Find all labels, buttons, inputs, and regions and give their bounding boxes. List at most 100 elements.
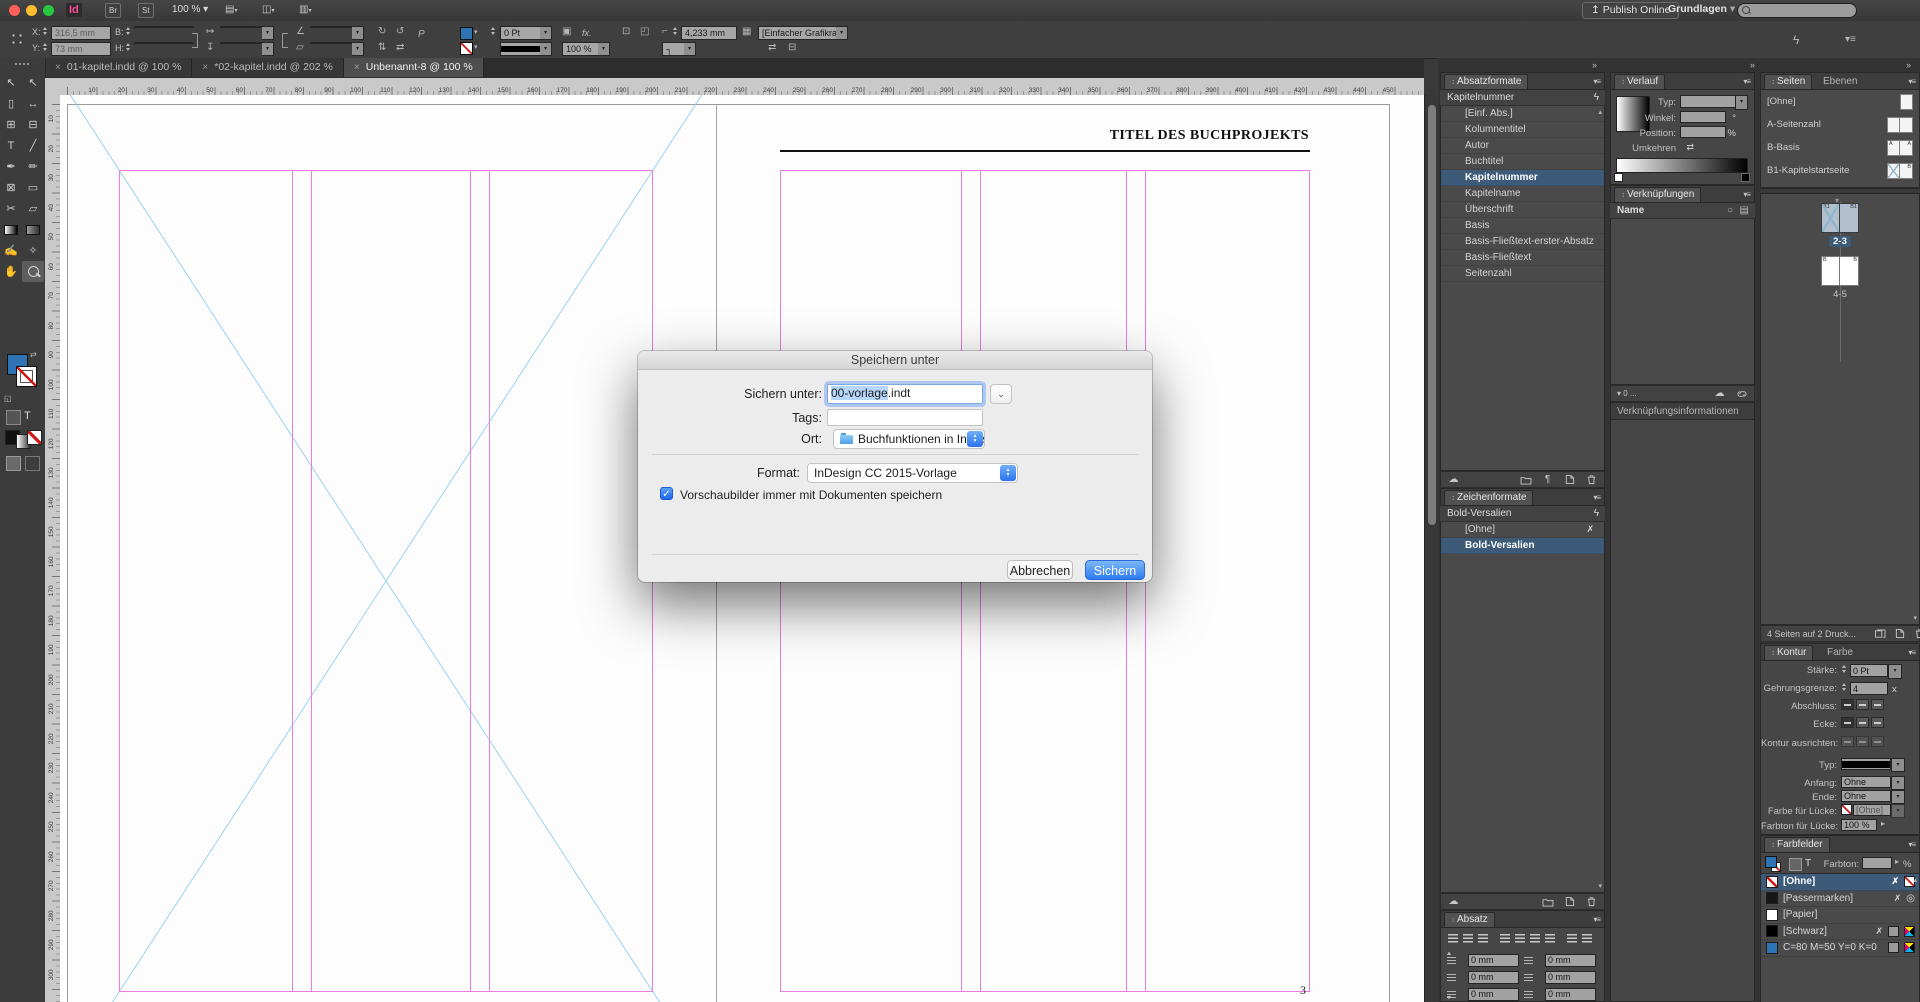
bevel-join-button[interactable] bbox=[1871, 717, 1884, 728]
panel-menu-icon[interactable]: ▾≡ bbox=[1908, 840, 1915, 849]
link-info-title[interactable]: Verknüpfungsinformationen bbox=[1617, 406, 1739, 417]
shear-angle-dropdown[interactable]: ▾ bbox=[352, 42, 364, 56]
master-page-row[interactable]: A-Seitenzahl bbox=[1761, 113, 1919, 136]
x-stepper[interactable] bbox=[42, 25, 49, 37]
height-stepper[interactable] bbox=[125, 41, 132, 53]
scale-y-dropdown[interactable]: ▾ bbox=[262, 42, 274, 56]
swatch-row[interactable]: [Schwarz] ✗ bbox=[1761, 924, 1919, 941]
preview-mode-button[interactable] bbox=[25, 456, 40, 471]
screen-mode-button[interactable]: ◫▾ bbox=[262, 3, 274, 17]
panel-menu-icon[interactable]: ▾≡ bbox=[1908, 648, 1915, 657]
master-page-row[interactable]: B1-Kapitelstartseite B bbox=[1761, 159, 1919, 182]
panel-menu-icon[interactable]: ▾≡ bbox=[1593, 493, 1600, 502]
miter-field[interactable]: 4 bbox=[1850, 682, 1888, 695]
new-page-icon[interactable] bbox=[1895, 628, 1905, 640]
swap-fill-stroke-icon[interactable]: ⇄ bbox=[30, 350, 37, 359]
stroke-color-swatch[interactable] bbox=[460, 42, 473, 55]
gap-tint-field[interactable]: 100 % bbox=[1841, 819, 1877, 831]
tint-field[interactable] bbox=[1862, 857, 1892, 869]
tab-kontur[interactable]: ↕Kontur bbox=[1764, 645, 1813, 660]
paragraph-style-row[interactable]: Basis-Fließtext-erster-Absatz bbox=[1441, 234, 1604, 250]
formatting-affects-text-button[interactable]: T bbox=[24, 410, 31, 422]
line-tool[interactable]: ╱ bbox=[22, 135, 44, 156]
round-join-button[interactable] bbox=[1856, 717, 1869, 728]
end-field[interactable]: Ohne bbox=[1841, 790, 1891, 802]
ruler-origin[interactable] bbox=[45, 78, 61, 96]
tab-ebenen[interactable]: Ebenen bbox=[1823, 76, 1857, 87]
scroll-up-icon[interactable]: ▴ bbox=[1913, 876, 1917, 884]
paragraph-style-row[interactable]: Buchtitel bbox=[1441, 154, 1604, 170]
collapse-panels-icon[interactable]: » bbox=[1592, 60, 1595, 70]
stroke-swatch[interactable] bbox=[16, 366, 37, 387]
cc-libraries-icon[interactable]: ☁ bbox=[1713, 388, 1726, 400]
filename-input[interactable]: 00-vorlage.indt bbox=[827, 384, 983, 404]
scroll-down-icon[interactable]: ▾ bbox=[1913, 614, 1917, 622]
style-group-folder-icon[interactable] bbox=[1519, 474, 1532, 486]
effects-label[interactable]: fx. bbox=[582, 28, 592, 38]
start-dropdown[interactable]: ▾ bbox=[1891, 776, 1905, 790]
stock-button[interactable]: St bbox=[138, 3, 154, 18]
rotation-angle-dropdown[interactable]: ▾ bbox=[352, 26, 364, 40]
apply-none-button[interactable] bbox=[27, 430, 42, 445]
master-page-row[interactable]: B-Basis AA bbox=[1761, 136, 1919, 159]
arrange-documents-button[interactable]: ▥▾ bbox=[299, 3, 311, 17]
scroll-down-icon[interactable]: ▾ bbox=[1598, 882, 1602, 890]
indent-field[interactable]: 0 mm bbox=[1545, 954, 1596, 967]
swatch-row[interactable]: [Passermarken] ✗ ◎ bbox=[1761, 891, 1919, 908]
justify-last-right-button[interactable] bbox=[1528, 932, 1542, 944]
scale-x-dropdown[interactable]: ▾ bbox=[262, 26, 274, 40]
close-tab-icon[interactable]: × bbox=[354, 62, 360, 73]
width-field[interactable] bbox=[134, 26, 194, 28]
butt-cap-button[interactable] bbox=[1841, 699, 1854, 710]
corner-radius-field[interactable]: 4,233 mm bbox=[681, 26, 737, 40]
gap-color-field[interactable]: [Ohne] bbox=[1853, 804, 1891, 816]
paragraph-style-row[interactable]: Kapitelname bbox=[1441, 186, 1604, 202]
weight-field[interactable]: 0 Pt bbox=[1850, 664, 1888, 677]
content-collector-tool[interactable]: ⊞ bbox=[0, 114, 22, 135]
panel-menu-icon[interactable]: ▾≡ bbox=[1908, 77, 1915, 86]
object-style-field[interactable]: [Einfacher Grafikrahme... bbox=[758, 26, 844, 40]
document-tab[interactable]: ×*02-kapitel.indd @ 202 % bbox=[192, 58, 344, 77]
indent-field[interactable]: 0 mm bbox=[1468, 954, 1519, 967]
panel-menu-icon[interactable]: ▾≡ bbox=[1743, 77, 1750, 86]
end-dropdown[interactable]: ▾ bbox=[1891, 790, 1905, 804]
quick-apply-icon[interactable]: ϟ bbox=[1594, 90, 1599, 106]
zoom-tool[interactable] bbox=[22, 261, 44, 282]
justify-last-left-button[interactable] bbox=[1498, 932, 1512, 944]
preview-images-checkbox[interactable]: ✓ bbox=[660, 487, 673, 500]
start-field[interactable]: Ohne bbox=[1841, 776, 1891, 788]
gap-color-dropdown[interactable]: ▾ bbox=[1891, 804, 1905, 818]
collapse-panels-icon[interactable]: » bbox=[1906, 60, 1909, 70]
paragraph-icon[interactable]: ¶ bbox=[1541, 474, 1554, 486]
content-placer-tool[interactable]: ⊟ bbox=[22, 114, 44, 135]
expand-icon[interactable]: ▾ bbox=[1617, 389, 1621, 398]
paragraph-style-row[interactable]: Seitenzahl bbox=[1441, 266, 1604, 282]
justify-all-button[interactable] bbox=[1543, 932, 1557, 944]
indent-stepper[interactable] bbox=[1459, 989, 1466, 1001]
formatting-affects-container-button[interactable] bbox=[1789, 858, 1802, 871]
delete-style-icon[interactable] bbox=[1585, 474, 1598, 486]
weight-dropdown[interactable]: ▾ bbox=[1888, 664, 1902, 679]
frame-tool[interactable]: ⊠ bbox=[0, 177, 22, 198]
stroke-weight-stepper[interactable] bbox=[490, 25, 497, 37]
align-towards-spine-button[interactable] bbox=[1565, 932, 1579, 944]
swatch-row[interactable]: C=80 M=50 Y=0 K=0 bbox=[1761, 940, 1919, 957]
document-scrollbar[interactable] bbox=[1424, 95, 1439, 1002]
tab-farbe[interactable]: Farbe bbox=[1827, 647, 1853, 658]
tab-absatz[interactable]: ↕Absatz bbox=[1444, 912, 1495, 927]
free-transform-tool[interactable]: ▱ bbox=[22, 198, 44, 219]
type-tool[interactable]: T bbox=[0, 135, 22, 156]
stroke-style-dropdown[interactable]: ▾ bbox=[540, 42, 552, 56]
panel-menu-icon[interactable]: ▾≡ bbox=[1593, 77, 1600, 86]
indent-stepper[interactable] bbox=[1459, 955, 1466, 967]
stroke-type-field[interactable] bbox=[1841, 758, 1891, 770]
character-style-row[interactable]: ✗[Ohne] bbox=[1441, 522, 1604, 538]
rectangle-tool[interactable]: ▭ bbox=[22, 177, 44, 198]
rotate-cw-button[interactable]: ↻ bbox=[378, 26, 386, 38]
character-style-row[interactable]: Bold-Versalien bbox=[1441, 538, 1604, 554]
gradient-stop-end[interactable] bbox=[1741, 173, 1750, 182]
cc-sync-icon[interactable]: ☁ bbox=[1447, 896, 1460, 908]
justify-last-center-button[interactable] bbox=[1513, 932, 1527, 944]
gradient-type-dropdown[interactable]: ▾ bbox=[1735, 95, 1748, 110]
gradient-position-field[interactable] bbox=[1680, 126, 1726, 138]
